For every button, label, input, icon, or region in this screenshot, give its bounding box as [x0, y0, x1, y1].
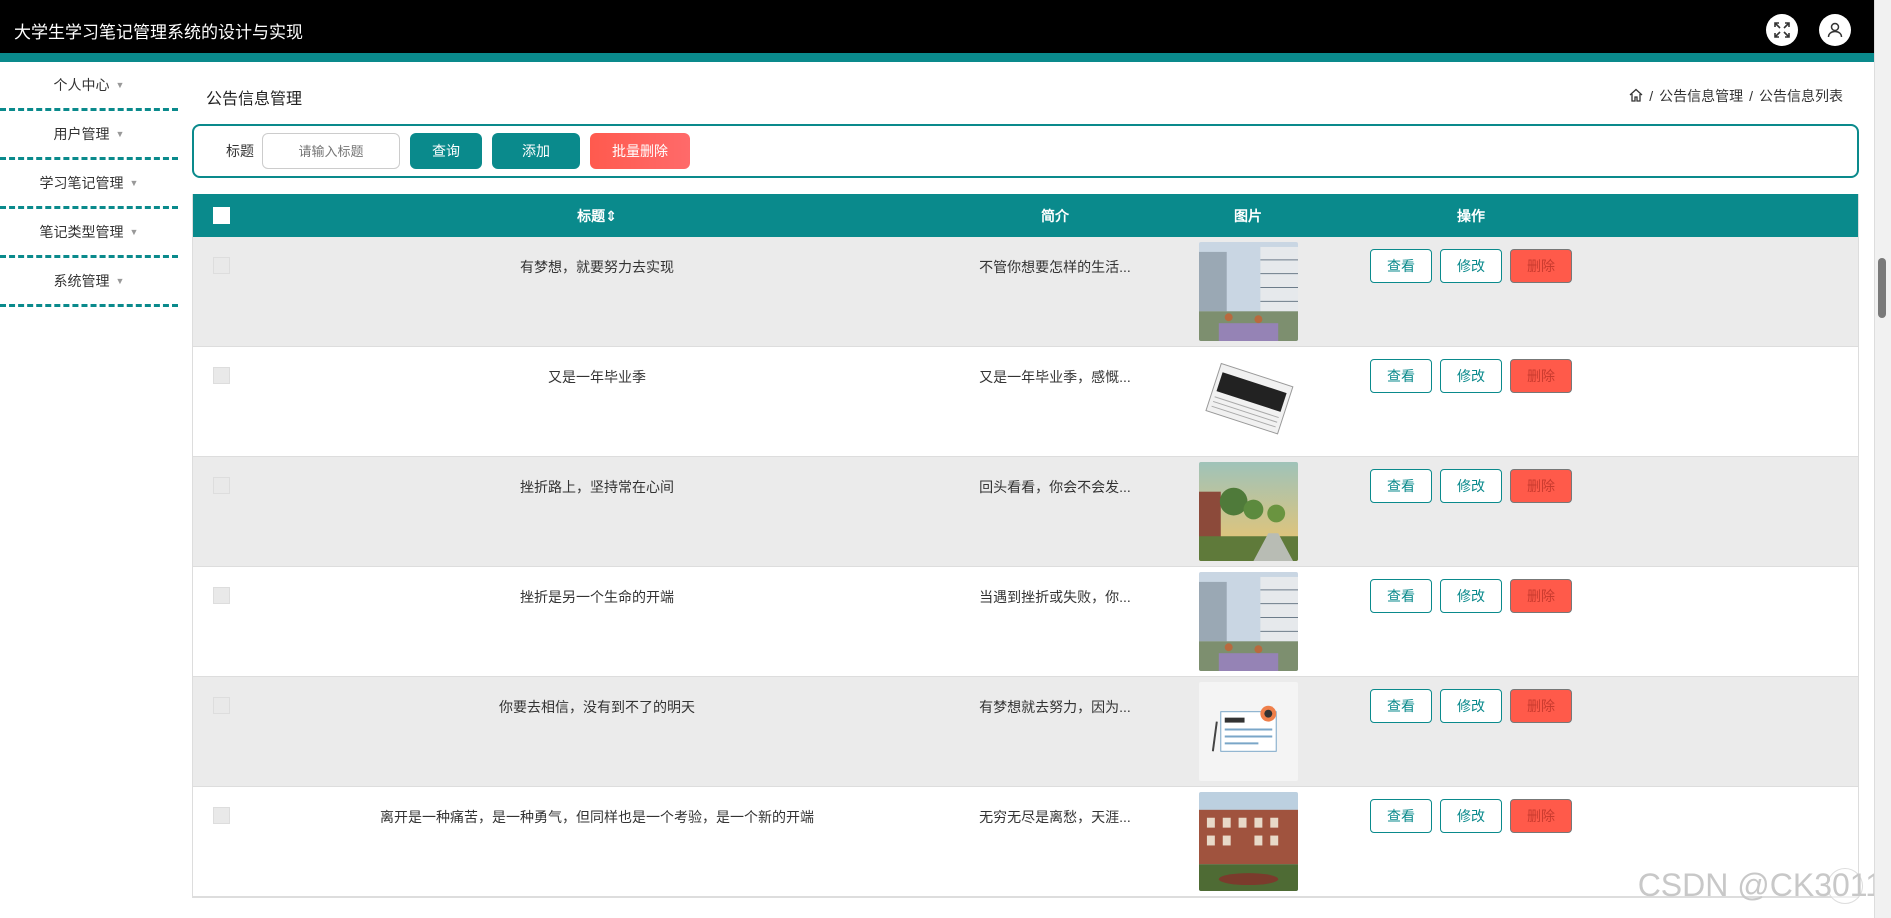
edit-button[interactable]: 修改 [1440, 359, 1502, 393]
row-checkbox[interactable] [212, 697, 230, 714]
search-panel: 标题 查询 添加 批量删除 [192, 124, 1859, 178]
breadcrumb-level2: 公告信息列表 [1759, 88, 1843, 104]
table-header: 标题⇕ 简介 图片 操作 [193, 194, 1858, 237]
row-checkbox[interactable] [212, 587, 230, 604]
view-button[interactable]: 查看 [1370, 799, 1432, 833]
caret-down-icon: ▼ [115, 276, 125, 286]
sidebar: 个人中心 ▼ 用户管理 ▼ 学习笔记管理 ▼ 笔记类型管理 ▼ 系统管理 ▼ [0, 62, 178, 307]
watermark: CSDN @CK3011 [1637, 867, 1883, 903]
sidebar-item-label: 用户管理 [53, 126, 110, 142]
header-title[interactable]: 标题⇕ [249, 206, 945, 226]
sort-icon[interactable]: ⇕ [605, 208, 617, 224]
announcement-table: 标题⇕ 简介 图片 操作 有梦想，就要努力去实现 不管你想要怎样的生活... 查… [192, 194, 1859, 898]
batch-delete-button[interactable]: 批量删除 [590, 133, 690, 169]
caret-down-icon: ▼ [129, 178, 139, 188]
table-row: 离开是一种痛苦，是一种勇气，但同样也是一个考验，是一个新的开端 无穷无尽是离愁，… [193, 787, 1858, 897]
sidebar-item-notes-management[interactable]: 学习笔记管理 ▼ [0, 160, 178, 209]
delete-button[interactable]: 删除 [1510, 799, 1572, 833]
delete-button[interactable]: 删除 [1510, 469, 1572, 503]
edit-button[interactable]: 修改 [1440, 579, 1502, 613]
row-brief: 又是一年毕业季，感慨... [979, 369, 1131, 385]
caret-down-icon: ▼ [115, 129, 125, 139]
edit-button[interactable]: 修改 [1440, 469, 1502, 503]
news-illustration-image[interactable] [1198, 682, 1298, 781]
table-row: 你要去相信，没有到不了的明天 有梦想就去努力，因为... 查看 修改 删除 [193, 677, 1858, 787]
edit-button[interactable]: 修改 [1440, 689, 1502, 723]
row-title: 有梦想，就要努力去实现 [520, 259, 674, 275]
news-newspaper-image[interactable] [1198, 352, 1298, 451]
row-brief: 当遇到挫折或失败，你... [979, 589, 1131, 605]
sidebar-item-label: 笔记类型管理 [39, 224, 124, 240]
table-row: 又是一年毕业季 又是一年毕业季，感慨... 查看 修改 删除 [193, 347, 1858, 457]
caret-down-icon: ▼ [115, 80, 125, 90]
sidebar-item-personal-center[interactable]: 个人中心 ▼ [0, 62, 178, 111]
view-button[interactable]: 查看 [1370, 249, 1432, 283]
row-checkbox[interactable] [212, 477, 230, 494]
view-button[interactable]: 查看 [1370, 689, 1432, 723]
search-title-input[interactable] [262, 133, 400, 169]
delete-button[interactable]: 删除 [1510, 359, 1572, 393]
row-brief: 不管你想要怎样的生活... [979, 259, 1131, 275]
brick-building-image[interactable] [1198, 792, 1298, 891]
table-row: 挫折是另一个生命的开端 当遇到挫折或失败，你... 查看 修改 删除 [193, 567, 1858, 677]
campus-building-image[interactable] [1198, 242, 1298, 341]
view-button[interactable]: 查看 [1370, 469, 1432, 503]
delete-button[interactable]: 删除 [1510, 579, 1572, 613]
select-all-checkbox[interactable] [212, 207, 230, 224]
top-bar: 大学生学习笔记管理系统的设计与实现 [0, 0, 1874, 62]
header-image: 图片 [1234, 207, 1262, 224]
table-row: 有梦想，就要努力去实现 不管你想要怎样的生活... 查看 修改 删除 [193, 237, 1858, 347]
page-scrollbar[interactable] [1874, 0, 1891, 918]
view-button[interactable]: 查看 [1370, 579, 1432, 613]
sidebar-item-label: 学习笔记管理 [39, 175, 124, 191]
row-brief: 回头看看，你会不会发... [979, 479, 1131, 495]
header-operations: 操作 [1457, 207, 1485, 224]
user-icon[interactable] [1819, 14, 1851, 46]
sidebar-item-system-management[interactable]: 系统管理 ▼ [0, 258, 178, 307]
delete-button[interactable]: 删除 [1510, 249, 1572, 283]
row-brief: 有梦想就去努力，因为... [979, 699, 1131, 715]
row-brief: 无穷无尽是离愁，天涯... [979, 809, 1131, 825]
sidebar-item-label: 个人中心 [53, 77, 110, 93]
caret-down-icon: ▼ [129, 227, 139, 237]
main-content: 公告信息管理 / 公告信息管理 / 公告信息列表 标题 查询 添加 批量删除 标… [192, 62, 1859, 898]
row-title: 又是一年毕业季 [548, 369, 646, 385]
breadcrumb-separator: / [1749, 88, 1753, 104]
row-checkbox[interactable] [212, 257, 230, 274]
table-row: 挫折路上，坚持常在心间 回头看看，你会不会发... 查看 修改 删除 [193, 457, 1858, 567]
row-checkbox[interactable] [212, 807, 230, 824]
row-title: 你要去相信，没有到不了的明天 [499, 699, 695, 715]
add-button[interactable]: 添加 [492, 133, 580, 169]
breadcrumb: / 公告信息管理 / 公告信息列表 [1629, 86, 1843, 106]
header-brief: 简介 [1041, 207, 1069, 224]
sidebar-item-note-type-management[interactable]: 笔记类型管理 ▼ [0, 209, 178, 258]
app-title: 大学生学习笔记管理系统的设计与实现 [14, 23, 303, 42]
edit-button[interactable]: 修改 [1440, 249, 1502, 283]
fullscreen-icon[interactable] [1766, 14, 1798, 46]
campus-building-image[interactable] [1198, 572, 1298, 671]
edit-button[interactable]: 修改 [1440, 799, 1502, 833]
home-icon[interactable] [1629, 88, 1643, 105]
view-button[interactable]: 查看 [1370, 359, 1432, 393]
row-title: 挫折是另一个生命的开端 [520, 589, 674, 605]
sidebar-item-label: 系统管理 [53, 273, 110, 289]
breadcrumb-level1[interactable]: 公告信息管理 [1659, 86, 1743, 106]
add-button-label: 添加 [522, 143, 550, 159]
query-button[interactable]: 查询 [410, 133, 482, 169]
row-title: 离开是一种痛苦，是一种勇气，但同样也是一个考验，是一个新的开端 [380, 809, 814, 825]
row-title: 挫折路上，坚持常在心间 [520, 479, 674, 495]
breadcrumb-separator: / [1649, 88, 1654, 104]
delete-button[interactable]: 删除 [1510, 689, 1572, 723]
page-title: 公告信息管理 [206, 91, 303, 108]
scrollbar-thumb[interactable] [1878, 258, 1886, 318]
sunset-campus-image[interactable] [1198, 462, 1298, 561]
sidebar-item-user-management[interactable]: 用户管理 ▼ [0, 111, 178, 160]
row-checkbox[interactable] [212, 367, 230, 384]
search-title-label: 标题 [226, 143, 254, 159]
